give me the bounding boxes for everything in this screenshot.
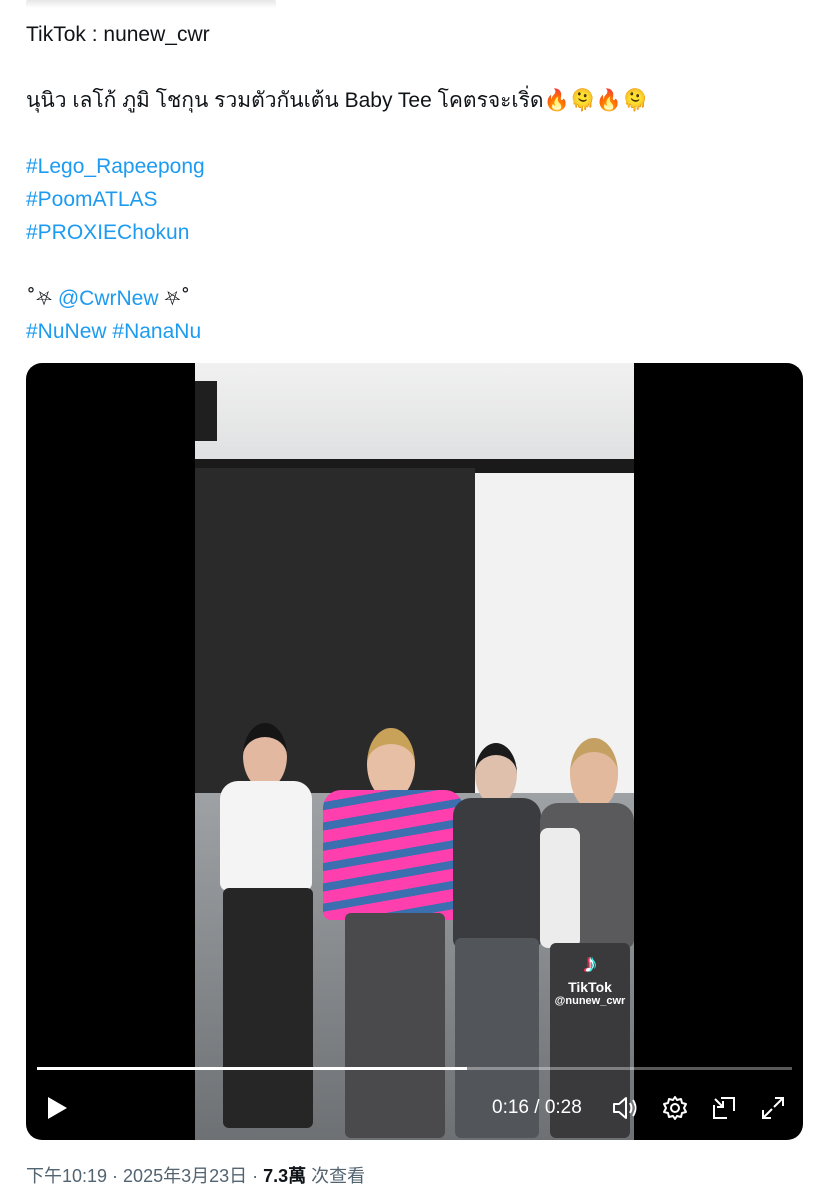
fullscreen-button[interactable]	[755, 1088, 791, 1128]
video-player[interactable]: ♪ TikTok @nunew_cwr 0:16 / 0:28	[26, 363, 803, 1140]
hashtag-line: #NuNew #NanaNu	[26, 315, 806, 348]
tweet-time: 下午10:19	[26, 1166, 108, 1186]
hashtag-proxiechokun[interactable]: #PROXIEChokun	[26, 221, 189, 244]
pentagram-decoration-icon: ˚⛧	[26, 286, 52, 310]
video-progress-fill	[37, 1067, 468, 1070]
video-frame: ♪ TikTok @nunew_cwr	[195, 363, 634, 1140]
tiktok-logo-icon: ♪	[583, 948, 597, 978]
hashtag-line: #Lego_Rapeepong	[26, 150, 806, 183]
fullscreen-icon	[762, 1097, 784, 1119]
fire-emoji-icon: 🔥	[543, 89, 570, 112]
studio-ceiling	[195, 363, 634, 468]
pentagram-decoration-icon: ⛧˚	[164, 286, 191, 310]
dancer-4	[540, 738, 634, 1140]
wall-sign	[195, 381, 217, 441]
video-controls: 0:16 / 0:28	[26, 1088, 803, 1128]
mention-cwrnew[interactable]: @CwrNew	[58, 287, 159, 310]
picture-in-picture-icon	[713, 1097, 735, 1119]
volume-button[interactable]	[608, 1088, 644, 1128]
volume-icon	[613, 1097, 637, 1119]
current-time: 0:16	[492, 1097, 529, 1118]
dancer-2	[315, 728, 465, 1140]
hashtag-line: #PROXIEChokun	[26, 216, 806, 249]
hashtag-line: #PoomATLAS	[26, 183, 806, 216]
thai-caption: นุนิว เลโก้ ภูมิ โชกุน รวมตัวกันเต้น Bab…	[26, 89, 544, 112]
fire-emoji-icon: 🔥	[595, 89, 622, 112]
melting-face-emoji-icon: 🫠	[569, 89, 596, 112]
time-separator: /	[528, 1097, 545, 1118]
duration: 0:28	[544, 1097, 582, 1118]
settings-button[interactable]	[657, 1088, 693, 1128]
tweet-line-source: TikTok : nunew_cwr	[26, 23, 210, 46]
play-button[interactable]	[40, 1088, 74, 1128]
hashtag-poomatlas[interactable]: #PoomATLAS	[26, 188, 158, 211]
tweet-timestamp-link[interactable]: 下午10:19 · 2025年3月23日	[26, 1166, 247, 1186]
tiktok-watermark: ♪ TikTok @nunew_cwr	[545, 948, 634, 1007]
hashtag-nunew[interactable]: #NuNew	[26, 320, 107, 343]
picture-in-picture-button[interactable]	[706, 1088, 742, 1128]
dancer-1	[205, 723, 325, 1140]
previous-content-fade	[26, 0, 276, 8]
hashtag-nananu[interactable]: #NanaNu	[112, 320, 201, 343]
settings-icon	[663, 1096, 687, 1120]
tweet-line-thai: นุนิว เลโก้ ภูมิ โชกุน รวมตัวกันเต้น Bab…	[26, 84, 806, 117]
views-label: 次查看	[306, 1166, 366, 1186]
melting-face-emoji-icon: 🫠	[622, 89, 649, 112]
tiktok-watermark-brand: TikTok	[568, 979, 612, 995]
tweet-body: TikTok : nunew_cwr นุนิว เลโก้ ภูมิ โชกุ…	[26, 18, 806, 348]
mention-line: ˚⛧ @CwrNew ⛧˚	[26, 282, 806, 315]
play-icon	[48, 1097, 67, 1119]
video-progress-bar[interactable]	[37, 1067, 792, 1070]
tiktok-watermark-handle: @nunew_cwr	[554, 995, 626, 1007]
separator: ·	[107, 1166, 124, 1186]
tweet-metadata: 下午10:19 · 2025年3月23日 · 7.3萬 次查看	[26, 1162, 365, 1188]
hashtag-lego-rapeepong[interactable]: #Lego_Rapeepong	[26, 155, 205, 178]
dancer-3	[445, 743, 545, 1140]
video-time: 0:16 / 0:28	[492, 1097, 582, 1119]
tweet-date: 2025年3月23日	[123, 1166, 248, 1186]
view-count: 7.3萬	[263, 1166, 307, 1186]
separator: ·	[247, 1166, 264, 1186]
